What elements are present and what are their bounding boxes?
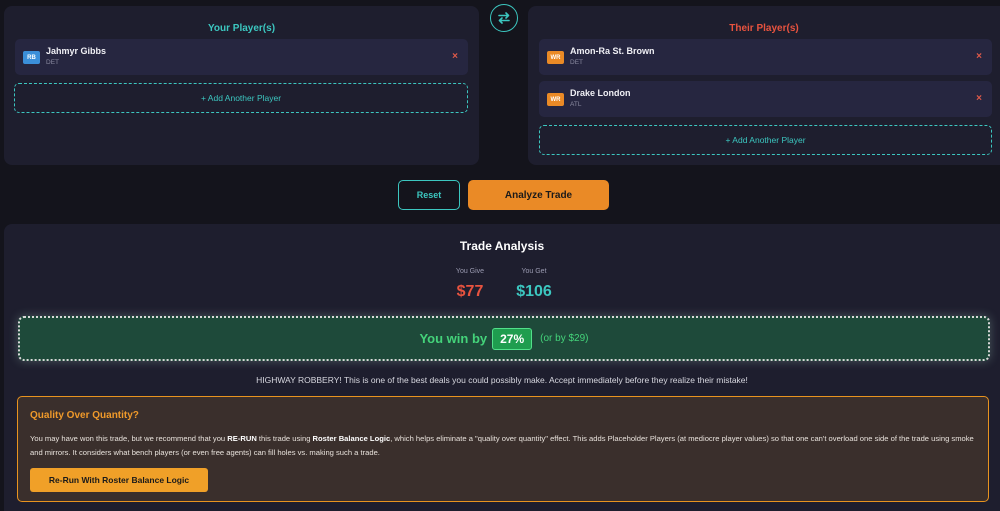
remove-player-icon[interactable]: × [976, 93, 982, 104]
player-team: DET [570, 59, 583, 66]
player-name: Amon-Ra St. Brown [570, 46, 655, 56]
their-players-title: Their Player(s) [729, 23, 799, 34]
player-name: Jahmyr Gibbs [46, 46, 107, 56]
position-badge: WR [547, 93, 564, 106]
quality-body-text: this trade using [256, 434, 313, 443]
position-badge: WR [547, 51, 564, 64]
player-name: Drake London [570, 88, 631, 98]
their-players-panel: Their Player(s) WR Amon-Ra St. Brown DET… [528, 6, 1000, 165]
you-get-value: $106 [516, 283, 552, 300]
trade-analysis-title: Trade Analysis [459, 239, 545, 253]
remove-player-icon[interactable]: × [976, 51, 982, 62]
quality-over-quantity-box: Quality Over Quantity? You may have won … [17, 396, 989, 502]
you-get-label: You Get [521, 268, 547, 275]
win-percentage-badge: 27% [492, 327, 533, 350]
add-your-player-button[interactable]: + Add Another Player [14, 83, 468, 113]
player-team: DET [46, 59, 59, 66]
position-badge: RB [23, 51, 40, 64]
player-card-amon-ra-st-brown: WR Amon-Ra St. Brown DET × [539, 39, 992, 75]
swap-sides-button[interactable] [490, 4, 518, 32]
player-card-drake-london: WR Drake London ATL × [539, 81, 992, 117]
quality-body: You may have won this trade, but we reco… [30, 432, 975, 460]
win-text: You win by [419, 331, 488, 346]
swap-arrows-icon [498, 12, 510, 24]
you-give-value: $77 [456, 283, 484, 300]
win-dollar-amount: (or by $29) [540, 333, 589, 344]
your-players-panel: Your Player(s) RB Jahmyr Gibbs DET × + A… [4, 6, 479, 165]
quality-body-text: You may have won this trade, but we reco… [30, 434, 228, 443]
analyze-trade-button[interactable]: Analyze Trade [468, 180, 609, 210]
you-give-label: You Give [455, 268, 485, 275]
quality-title: Quality Over Quantity? [30, 410, 139, 421]
player-team: ATL [570, 101, 582, 108]
rerun-emphasis: RE-RUN [227, 434, 257, 443]
roster-balance-emphasis: Roster Balance Logic [312, 434, 391, 443]
trade-analysis-panel: Trade Analysis You Give $77 You Get $106… [4, 224, 1000, 511]
rerun-roster-balance-button[interactable]: Re-Run With Roster Balance Logic [30, 468, 208, 492]
your-players-title: Your Player(s) [207, 23, 276, 34]
win-summary-box: You win by 27% (or by $29) [18, 316, 990, 361]
add-their-player-button[interactable]: + Add Another Player [539, 125, 992, 155]
player-card-jahmyr-gibbs: RB Jahmyr Gibbs DET × [15, 39, 468, 75]
reset-button[interactable]: Reset [398, 180, 460, 210]
remove-player-icon[interactable]: × [452, 51, 458, 62]
trade-verdict: HIGHWAY ROBBERY! This is one of the best… [256, 375, 748, 385]
